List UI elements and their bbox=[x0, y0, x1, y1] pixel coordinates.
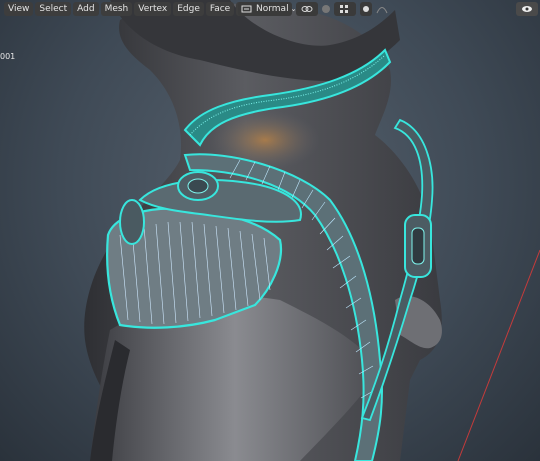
viewport-scene[interactable] bbox=[0, 0, 540, 461]
snap-target-dropdown[interactable] bbox=[334, 2, 356, 16]
object-name-label: 001 bbox=[0, 52, 16, 61]
snap-toggle[interactable] bbox=[320, 2, 332, 16]
falloff-icon bbox=[376, 4, 388, 14]
orientation-icon bbox=[241, 4, 253, 14]
grid-snap-icon bbox=[339, 4, 351, 14]
proportional-edit-toggle[interactable] bbox=[360, 2, 372, 16]
menu-vertex[interactable]: Vertex bbox=[134, 2, 172, 16]
menu-view[interactable]: View bbox=[4, 2, 34, 16]
link-icon bbox=[301, 4, 313, 14]
snap-icon bbox=[321, 4, 331, 14]
proportional-edit-icon bbox=[362, 5, 370, 13]
3d-viewport[interactable]: View Select Add Mesh Vertex Edge Face UV… bbox=[0, 0, 540, 461]
eye-icon bbox=[521, 4, 533, 14]
menu-mesh[interactable]: Mesh bbox=[100, 2, 133, 16]
transform-orientation-dropdown[interactable]: Normal ⌄ bbox=[238, 2, 296, 16]
viewport-header: View Select Add Mesh Vertex Edge Face UV… bbox=[0, 0, 540, 18]
x-axis-line bbox=[457, 249, 540, 461]
holster-knob[interactable] bbox=[119, 199, 145, 245]
menu-add[interactable]: Add bbox=[73, 2, 99, 16]
pivot-point-dropdown[interactable] bbox=[296, 2, 318, 16]
falloff-dropdown[interactable] bbox=[374, 2, 390, 16]
menu-select[interactable]: Select bbox=[35, 2, 72, 16]
snap-button[interactable] bbox=[177, 171, 219, 201]
visibility-dropdown[interactable] bbox=[516, 2, 538, 16]
side-buckle[interactable] bbox=[404, 214, 432, 278]
menu-edge[interactable]: Edge bbox=[173, 2, 204, 16]
header-menu: View Select Add Mesh Vertex Edge Face UV bbox=[4, 2, 257, 16]
menu-face[interactable]: Face bbox=[205, 2, 235, 16]
transform-orientation-label: Normal bbox=[256, 4, 289, 14]
